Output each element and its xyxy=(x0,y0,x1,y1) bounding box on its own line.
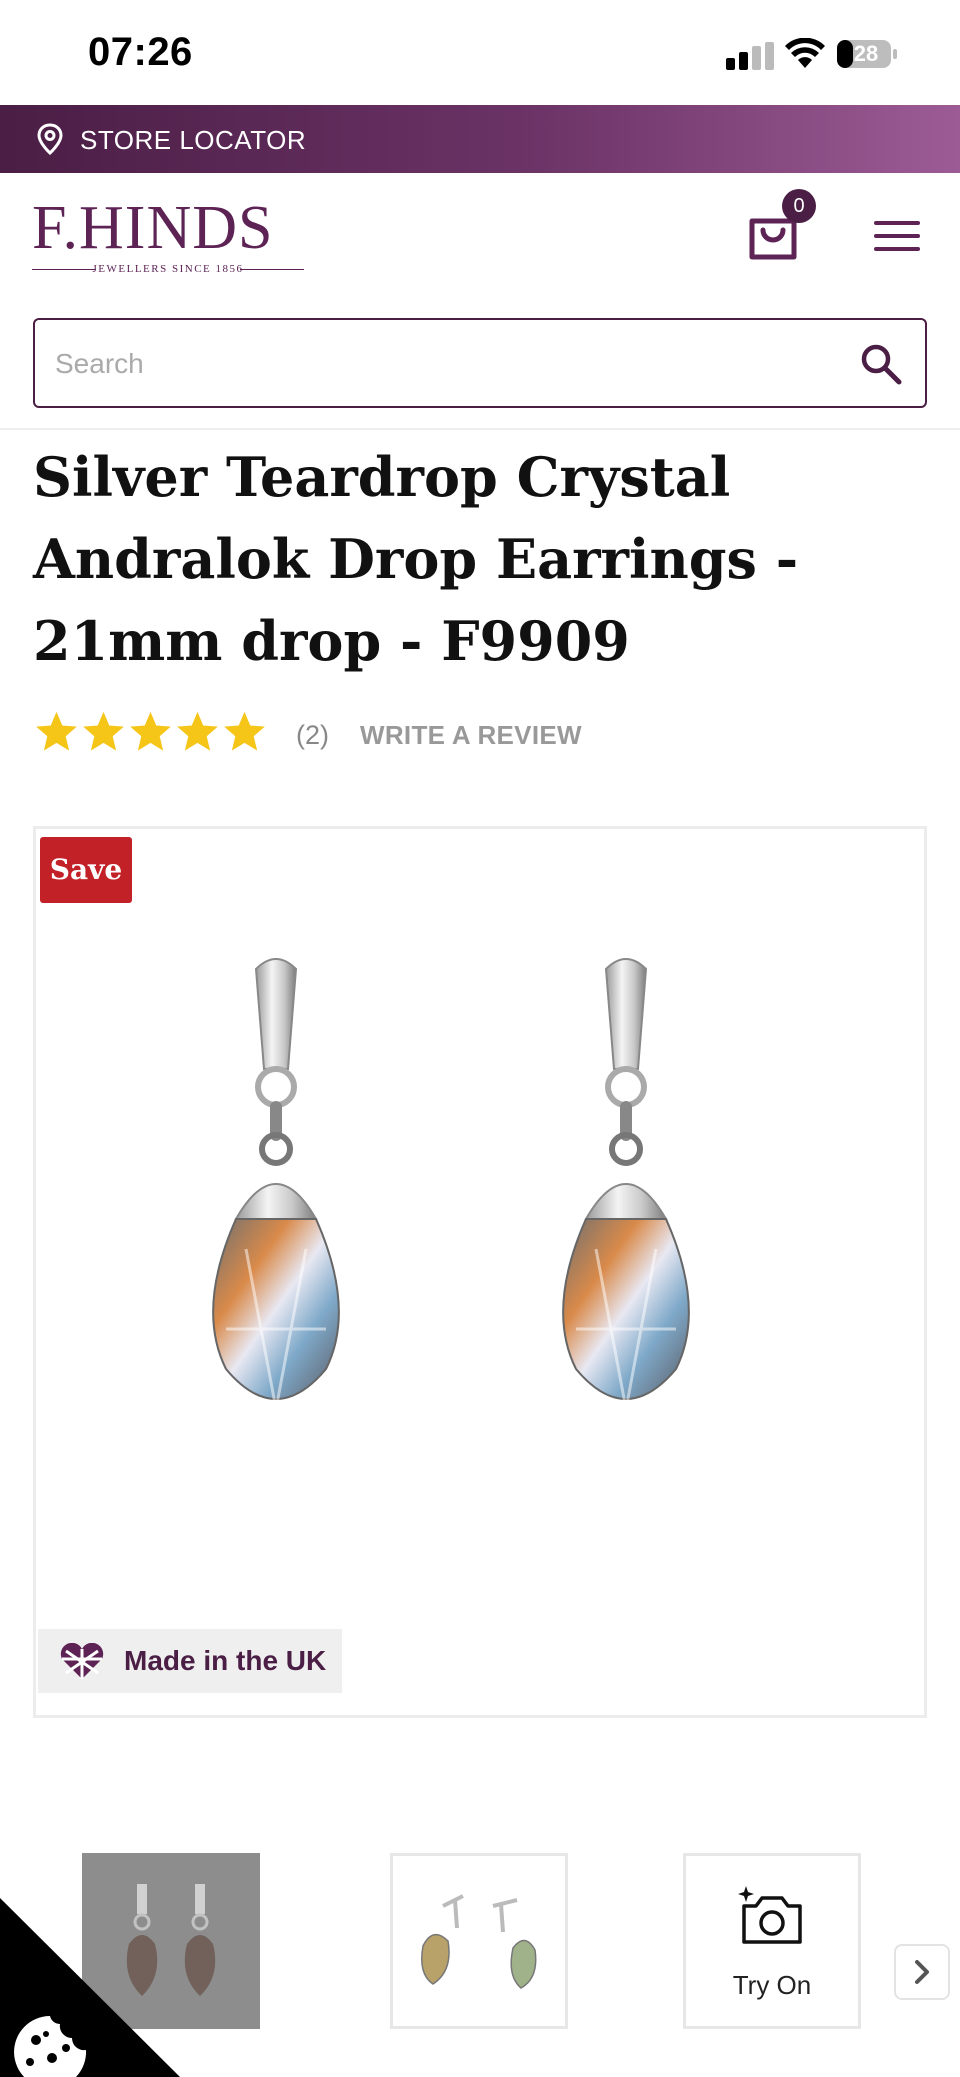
search-input[interactable] xyxy=(55,342,835,386)
right-earring xyxy=(562,958,690,1410)
product-main-image[interactable]: Save Made in the UK xyxy=(33,826,927,1718)
header-divider xyxy=(0,428,960,430)
save-badge: Save xyxy=(40,837,132,903)
camera-sparkle-icon xyxy=(738,1886,802,1944)
status-bar: 07:26 28 xyxy=(0,0,960,105)
battery-icon: 28 xyxy=(836,38,898,70)
star-icon xyxy=(224,711,265,751)
star-icon xyxy=(36,711,77,751)
chevron-right-icon xyxy=(915,1960,929,1984)
made-in-uk-badge: Made in the UK xyxy=(38,1629,342,1693)
earrings-side-thumbnail-image xyxy=(421,1894,537,1989)
carousel-next-button[interactable] xyxy=(894,1944,950,2000)
review-count[interactable]: (2) xyxy=(296,720,329,751)
try-on-label: Try On xyxy=(732,1970,812,2000)
fhinds-logo[interactable]: F.HINDS JEWELLERS SINCE 1856 xyxy=(32,195,304,275)
store-locator-bar[interactable]: STORE LOCATOR xyxy=(0,105,960,173)
star-icon xyxy=(130,711,171,751)
store-locator-label: STORE LOCATOR xyxy=(80,125,307,155)
status-time: 07:26 xyxy=(88,30,193,74)
battery-level: 28 xyxy=(853,41,879,66)
location-pin-icon xyxy=(37,123,63,155)
cookie-settings-button[interactable] xyxy=(0,1898,180,2077)
rating-stars[interactable] xyxy=(33,709,268,757)
logo-tagline: JEWELLERS SINCE 1856 xyxy=(92,263,244,275)
made-in-uk-label: Made in the UK xyxy=(124,1645,327,1676)
write-review-link[interactable]: WRITE A REVIEW xyxy=(360,720,582,751)
star-icon xyxy=(83,711,124,751)
earrings-image xyxy=(212,958,690,1410)
site-header: F.HINDS JEWELLERS SINCE 1856 0 xyxy=(0,173,960,298)
logo-wordmark: F.HINDS xyxy=(32,194,274,262)
cart-count-badge: 0 xyxy=(782,189,816,223)
search-box xyxy=(33,318,927,408)
thumbnail-try-on[interactable]: Try On xyxy=(683,1853,861,2029)
cellular-signal-icon xyxy=(726,42,774,70)
left-earring xyxy=(212,958,340,1410)
star-icon xyxy=(177,711,218,751)
product-title: Silver Teardrop Crystal Andralok Drop Ea… xyxy=(33,445,799,673)
thumbnail-side-view[interactable] xyxy=(390,1853,568,2029)
union-jack-heart-icon xyxy=(60,1643,104,1679)
wifi-icon xyxy=(785,38,825,68)
search-icon[interactable] xyxy=(859,342,903,386)
hamburger-menu-icon[interactable] xyxy=(874,221,920,253)
